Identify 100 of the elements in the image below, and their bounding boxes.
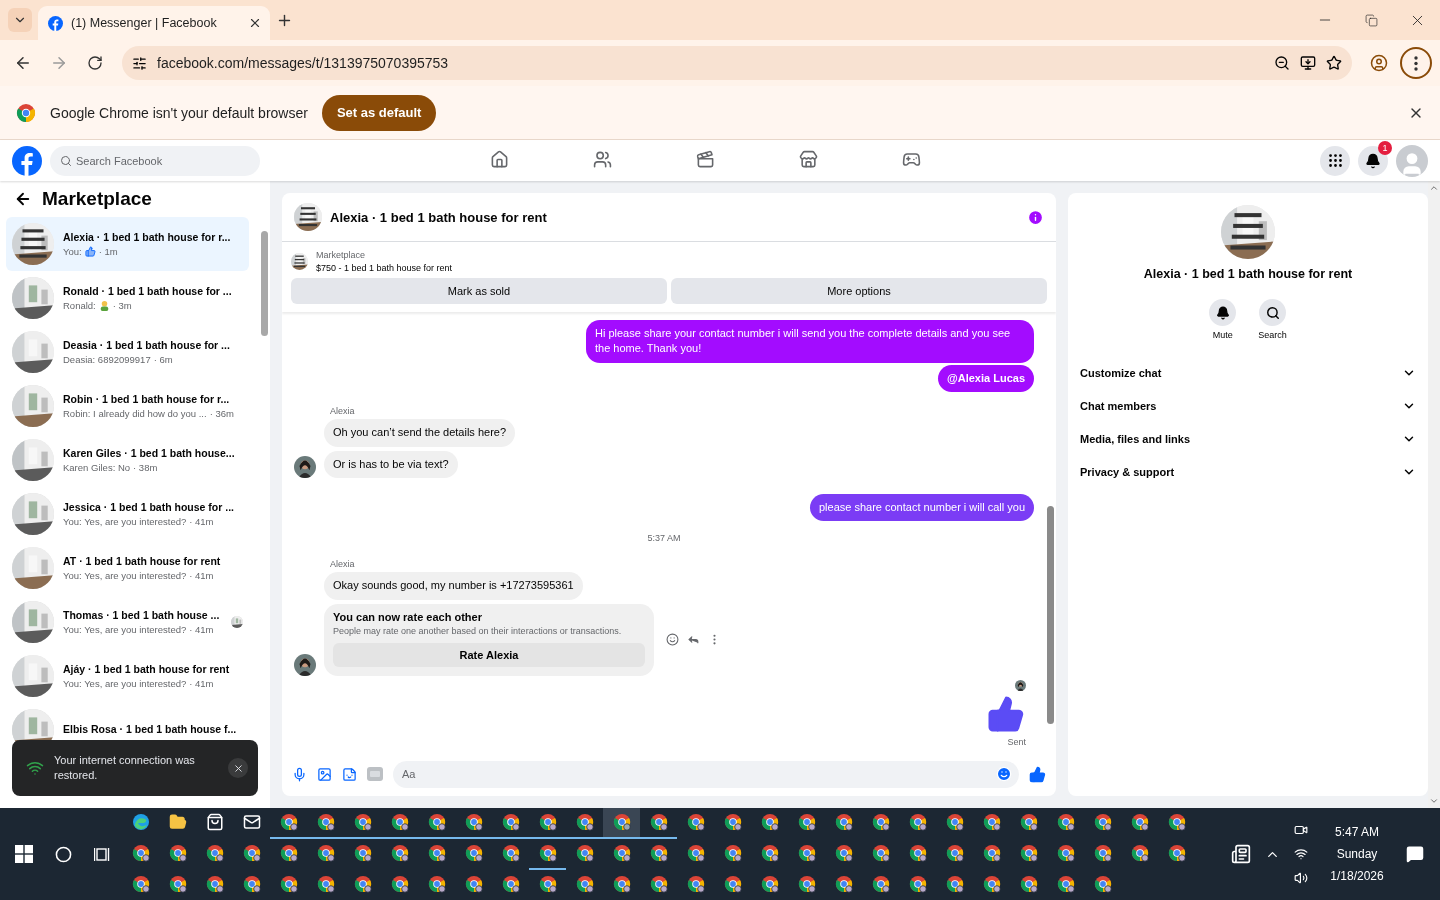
back-icon[interactable]	[14, 54, 32, 72]
conversation-title: Deasia · 1 bed 1 bath house for ...	[63, 339, 231, 351]
search-field[interactable]: Search Facebook	[50, 145, 260, 176]
chrome-icon	[1093, 844, 1112, 862]
tab-search-button[interactable]	[8, 8, 32, 32]
new-tab-icon[interactable]	[276, 12, 293, 29]
chrome-icon	[612, 844, 631, 862]
task-view-icon[interactable]	[94, 845, 111, 863]
clock-date: 1/18/2026	[1330, 869, 1384, 883]
taskbar-app[interactable]	[603, 807, 640, 839]
chrome-icon	[390, 875, 409, 893]
news-icon[interactable]	[1231, 844, 1251, 864]
meet-now-icon[interactable]	[1294, 823, 1308, 837]
chrome-icon	[797, 813, 816, 831]
browser-tab[interactable]: (1) Messenger | Facebook	[38, 6, 270, 40]
conversation-item[interactable]: Alexia · 1 bed 1 bath house for r... You: · 1m	[6, 217, 249, 271]
notifications-icon[interactable]	[1406, 845, 1424, 863]
chrome-icon	[723, 844, 742, 862]
chrome-icon	[982, 844, 1001, 862]
close-icon[interactable]	[248, 16, 262, 30]
chrome-icon	[316, 813, 335, 831]
notification-badge: 1	[1378, 140, 1392, 155]
message-bubble: please share contact number i will call you	[809, 493, 1034, 522]
conversation-title: Alexia · 1 bed 1 bath house for r...	[63, 231, 232, 243]
conversation-item[interactable]: Jessica · 1 bed 1 bath house for ... You: Yes, are you interested? · 41m	[6, 487, 249, 541]
site-info-icon[interactable]	[132, 55, 147, 71]
scroll-down-icon[interactable]	[1429, 796, 1439, 806]
chrome-icon	[1019, 875, 1038, 893]
video-icon	[696, 149, 715, 169]
bell-icon	[1365, 152, 1381, 169]
reload-icon[interactable]	[87, 55, 103, 71]
bell-button[interactable]	[1209, 299, 1237, 326]
conversation-time: · 1m	[98, 246, 118, 257]
conversation-item[interactable]: Thomas · 1 bed 1 bath house ... You: Yes, are you interested? · 41m	[6, 595, 249, 649]
sticker-icon[interactable]	[342, 766, 357, 782]
chrome-icon	[723, 875, 742, 893]
message-bubble: Oh you can’t send the details here?	[324, 419, 516, 447]
facebook-logo[interactable]	[12, 145, 42, 176]
section-header[interactable]: Media, files and links	[1080, 422, 1416, 455]
wifi-icon[interactable]	[1294, 847, 1308, 861]
action-label: Search	[1258, 330, 1287, 340]
conversation-title: Thomas · 1 bed 1 bath house ...	[63, 609, 221, 621]
menu-button[interactable]	[1320, 145, 1350, 176]
close-button[interactable]	[228, 758, 248, 778]
chrome-icon	[723, 813, 742, 831]
rate-button[interactable]: Rate Alexia	[333, 642, 645, 667]
volume-icon[interactable]	[1294, 871, 1308, 885]
chrome-icon	[427, 875, 446, 893]
clock-time: 5:47 AM	[1335, 825, 1379, 839]
conversation-item[interactable]: Ronald · 1 bed 1 bath house for ... Ronald: · 3m	[6, 271, 249, 325]
photo-icon[interactable]	[317, 766, 332, 782]
chrome-icon	[575, 875, 594, 893]
search-circle-icon[interactable]	[55, 845, 72, 863]
chrome-icon	[649, 844, 668, 862]
info-icon[interactable]	[1027, 208, 1044, 226]
profile-icon[interactable]	[1370, 54, 1388, 72]
conversation-preview: You: Yes, are you interested?	[63, 624, 187, 635]
search-button[interactable]	[1259, 299, 1286, 326]
conversation-item[interactable]: Karen Giles · 1 bed 1 bath house... Karen Giles: No · 38m	[6, 433, 249, 487]
listing-button[interactable]: More options	[671, 278, 1047, 304]
conversation-title: AT · 1 bed 1 bath house for rent	[63, 555, 222, 567]
chrome-icon	[871, 844, 890, 862]
conversation-item[interactable]: Deasia · 1 bed 1 bath house for ... Deasia: 6892099917 · 6m	[6, 325, 249, 379]
chrome-icon	[316, 844, 335, 862]
thumbs-up-icon[interactable]	[1029, 765, 1046, 783]
windows-logo-icon[interactable]	[15, 845, 33, 863]
react-icon[interactable]	[666, 633, 679, 647]
search-icon	[60, 154, 72, 167]
set-default-button[interactable]: Set as default	[321, 94, 437, 131]
scrollbar-thumb[interactable]	[260, 231, 268, 336]
chrome-icon	[242, 875, 261, 893]
chrome-icon	[871, 875, 890, 893]
tab-title: (1) Messenger | Facebook	[71, 16, 218, 30]
chrome-icon	[1130, 844, 1149, 862]
microphone-icon[interactable]	[292, 766, 307, 782]
zoom-icon[interactable]	[1274, 55, 1290, 71]
chrome-icon	[908, 813, 927, 831]
clock[interactable]: 5:47 AM Sunday 1/18/2026	[1322, 825, 1392, 883]
scroll-up-icon[interactable]	[1429, 183, 1439, 193]
restore-icon[interactable]	[1364, 13, 1378, 27]
chrome-icon	[205, 844, 224, 862]
conversation-preview: You: Yes, are you interested?	[63, 570, 187, 581]
install-icon[interactable]	[1300, 55, 1316, 71]
scrollbar-thumb[interactable]	[1046, 506, 1054, 724]
chrome-icon	[464, 875, 483, 893]
message-field[interactable]: Aa	[393, 760, 1019, 788]
chrome-icon	[686, 813, 705, 831]
conversation-item[interactable]: Ajáy · 1 bed 1 bath house for rent You: Yes, are you interested? · 41m	[6, 649, 249, 703]
bookmark-icon[interactable]	[1326, 55, 1342, 71]
section-header[interactable]: Customize chat	[1080, 356, 1416, 389]
section-header[interactable]: Chat members	[1080, 389, 1416, 422]
conversation-item[interactable]: AT · 1 bed 1 bath house for rent You: Yes, are you interested? · 41m	[6, 541, 249, 595]
listing-title: $750 - 1 bed 1 bath house for rent	[316, 263, 453, 273]
listing-button[interactable]: Mark as sold	[291, 278, 667, 304]
menu-button[interactable]	[1400, 47, 1432, 79]
conversation-preview: Karen Giles: No	[63, 462, 131, 473]
conversation-item[interactable]: Robin · 1 bed 1 bath house for r... Robin: I already did how do you ... · 36m	[6, 379, 249, 433]
chrome-icon	[612, 813, 631, 831]
section-header[interactable]: Privacy & support	[1080, 455, 1416, 488]
rating-description: People may rate one another based on their interactions or transactions.	[333, 625, 623, 636]
